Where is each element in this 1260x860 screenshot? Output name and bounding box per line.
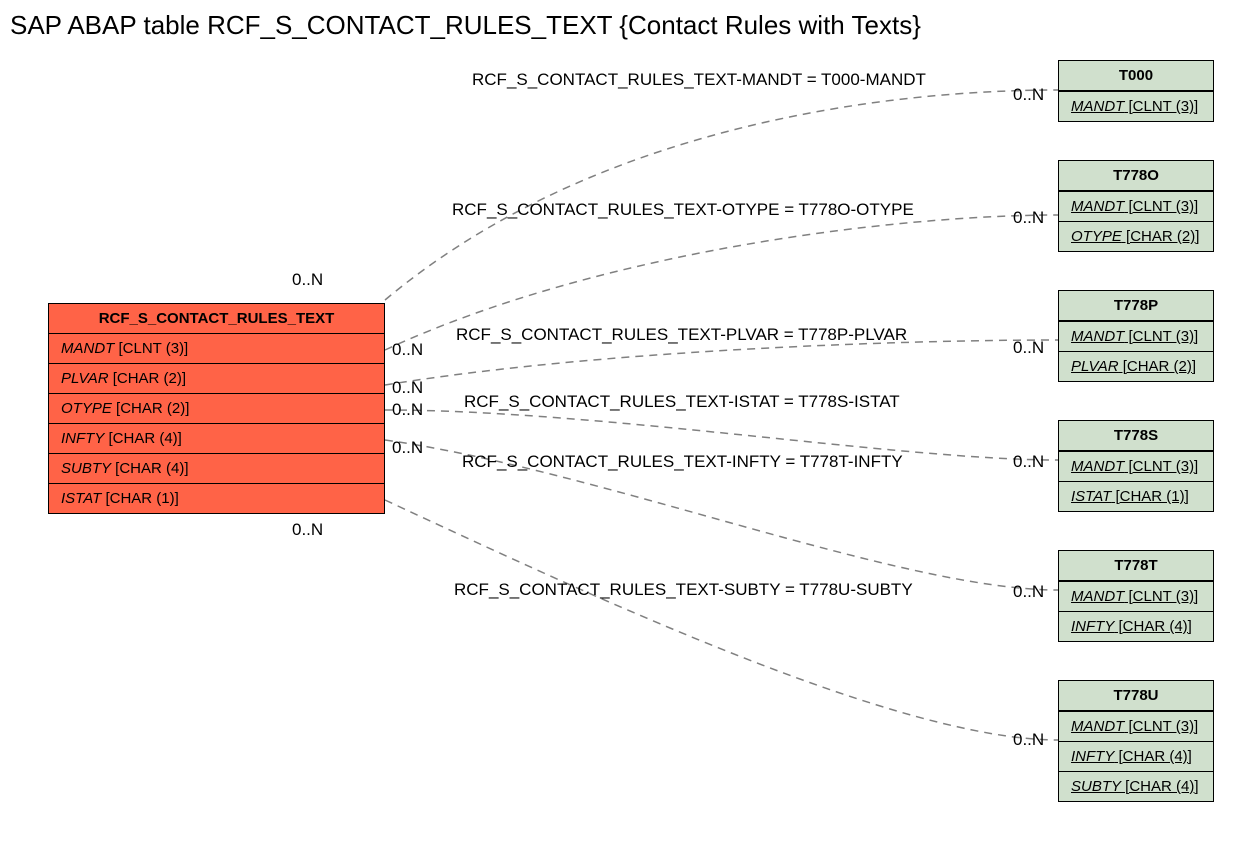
- field-type: [CLNT (3)]: [114, 340, 188, 357]
- ref-table-t778t: T778TMANDT [CLNT (3)]INFTY [CHAR (4)]: [1058, 550, 1214, 642]
- main-field-row: MANDT [CLNT (3)]: [49, 334, 384, 363]
- field-name: MANDT: [1071, 718, 1124, 735]
- ref-table-header: T778T: [1059, 551, 1213, 581]
- ref-field-row: MANDT [CLNT (3)]: [1059, 581, 1213, 611]
- main-field-row: OTYPE [CHAR (2)]: [49, 393, 384, 423]
- ref-field-row: MANDT [CLNT (3)]: [1059, 191, 1213, 221]
- field-type: [CHAR (4)]: [104, 430, 182, 447]
- ref-field-row: SUBTY [CHAR (4)]: [1059, 771, 1213, 801]
- ref-field-row: MANDT [CLNT (3)]: [1059, 451, 1213, 481]
- field-name: INFTY: [61, 430, 104, 447]
- ref-field-row: MANDT [CLNT (3)]: [1059, 711, 1213, 741]
- field-name: SUBTY: [61, 460, 111, 477]
- ref-table-t778p: T778PMANDT [CLNT (3)]PLVAR [CHAR (2)]: [1058, 290, 1214, 382]
- field-type: [CHAR (2)]: [109, 370, 187, 387]
- field-name: INFTY: [1071, 618, 1114, 635]
- field-name: MANDT: [1071, 588, 1124, 605]
- ref-field-row: INFTY [CHAR (4)]: [1059, 741, 1213, 771]
- ref-table-t000: T000MANDT [CLNT (3)]: [1058, 60, 1214, 122]
- relation-label-3: RCF_S_CONTACT_RULES_TEXT-PLVAR = T778P-P…: [456, 325, 907, 345]
- main-table-header: RCF_S_CONTACT_RULES_TEXT: [49, 304, 384, 334]
- main-field-row: SUBTY [CHAR (4)]: [49, 453, 384, 483]
- card-src-4: 0..N: [392, 400, 423, 420]
- field-name: OTYPE: [1071, 228, 1122, 245]
- field-name: OTYPE: [61, 400, 112, 417]
- main-table: RCF_S_CONTACT_RULES_TEXT MANDT [CLNT (3)…: [48, 303, 385, 514]
- card-src-2: 0..N: [392, 340, 423, 360]
- field-type: [CHAR (4)]: [1114, 748, 1192, 765]
- field-type: [CLNT (3)]: [1124, 198, 1198, 215]
- field-type: [CLNT (3)]: [1124, 328, 1198, 345]
- card-dst-4: 0..N: [1013, 452, 1044, 472]
- field-name: MANDT: [1071, 328, 1124, 345]
- card-src-6: 0..N: [292, 520, 323, 540]
- field-type: [CHAR (4)]: [1114, 618, 1192, 635]
- card-dst-2: 0..N: [1013, 208, 1044, 228]
- ref-field-row: OTYPE [CHAR (2)]: [1059, 221, 1213, 251]
- field-name: MANDT: [1071, 458, 1124, 475]
- relation-label-2: RCF_S_CONTACT_RULES_TEXT-OTYPE = T778O-O…: [452, 200, 914, 220]
- main-field-row: PLVAR [CHAR (2)]: [49, 363, 384, 393]
- ref-field-row: INFTY [CHAR (4)]: [1059, 611, 1213, 641]
- relation-label-1: RCF_S_CONTACT_RULES_TEXT-MANDT = T000-MA…: [472, 70, 926, 90]
- ref-table-t778u: T778UMANDT [CLNT (3)]INFTY [CHAR (4)]SUB…: [1058, 680, 1214, 802]
- field-type: [CHAR (2)]: [1122, 228, 1200, 245]
- ref-table-header: T778P: [1059, 291, 1213, 321]
- ref-field-row: PLVAR [CHAR (2)]: [1059, 351, 1213, 381]
- field-name: PLVAR: [61, 370, 109, 387]
- card-dst-3: 0..N: [1013, 338, 1044, 358]
- field-type: [CHAR (4)]: [111, 460, 189, 477]
- field-name: ISTAT: [61, 490, 101, 507]
- ref-table-t778s: T778SMANDT [CLNT (3)]ISTAT [CHAR (1)]: [1058, 420, 1214, 512]
- card-src-1: 0..N: [292, 270, 323, 290]
- field-name: MANDT: [1071, 198, 1124, 215]
- field-type: [CLNT (3)]: [1124, 718, 1198, 735]
- card-dst-1: 0..N: [1013, 85, 1044, 105]
- field-name: MANDT: [61, 340, 114, 357]
- field-name: MANDT: [1071, 98, 1124, 115]
- field-type: [CLNT (3)]: [1124, 458, 1198, 475]
- main-field-row: INFTY [CHAR (4)]: [49, 423, 384, 453]
- field-name: ISTAT: [1071, 488, 1111, 505]
- ref-table-header: T778U: [1059, 681, 1213, 711]
- field-type: [CHAR (4)]: [1121, 778, 1199, 795]
- field-type: [CLNT (3)]: [1124, 98, 1198, 115]
- ref-table-header: T778O: [1059, 161, 1213, 191]
- main-field-row: ISTAT [CHAR (1)]: [49, 483, 384, 513]
- field-type: [CHAR (2)]: [1119, 358, 1197, 375]
- card-dst-5: 0..N: [1013, 582, 1044, 602]
- field-type: [CHAR (2)]: [112, 400, 190, 417]
- ref-field-row: MANDT [CLNT (3)]: [1059, 91, 1213, 121]
- card-src-5: 0..N: [392, 438, 423, 458]
- relation-label-4: RCF_S_CONTACT_RULES_TEXT-ISTAT = T778S-I…: [464, 392, 900, 412]
- ref-field-row: ISTAT [CHAR (1)]: [1059, 481, 1213, 511]
- field-name: PLVAR: [1071, 358, 1119, 375]
- relation-label-5: RCF_S_CONTACT_RULES_TEXT-INFTY = T778T-I…: [462, 452, 903, 472]
- ref-table-header: T000: [1059, 61, 1213, 91]
- field-name: SUBTY: [1071, 778, 1121, 795]
- main-table-body: MANDT [CLNT (3)]PLVAR [CHAR (2)]OTYPE [C…: [49, 334, 384, 513]
- field-type: [CHAR (1)]: [101, 490, 179, 507]
- ref-table-header: T778S: [1059, 421, 1213, 451]
- ref-field-row: MANDT [CLNT (3)]: [1059, 321, 1213, 351]
- field-name: INFTY: [1071, 748, 1114, 765]
- ref-table-t778o: T778OMANDT [CLNT (3)]OTYPE [CHAR (2)]: [1058, 160, 1214, 252]
- field-type: [CHAR (1)]: [1111, 488, 1189, 505]
- field-type: [CLNT (3)]: [1124, 588, 1198, 605]
- relation-label-6: RCF_S_CONTACT_RULES_TEXT-SUBTY = T778U-S…: [454, 580, 913, 600]
- card-src-3: 0..N: [392, 378, 423, 398]
- card-dst-6: 0..N: [1013, 730, 1044, 750]
